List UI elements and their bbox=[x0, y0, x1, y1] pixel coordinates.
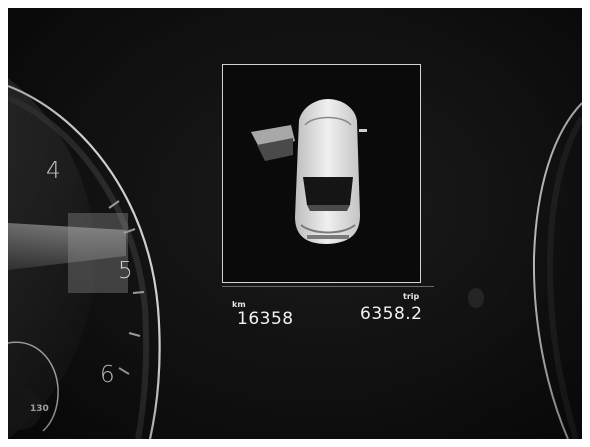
right-gauge-rim bbox=[532, 102, 582, 439]
odometer-unit: km bbox=[232, 300, 246, 309]
tachometer-mark-4: 4 bbox=[46, 158, 61, 184]
door-status-display bbox=[222, 64, 421, 283]
car-open-door-icon bbox=[251, 99, 367, 244]
tachometer-mark-6: 6 bbox=[100, 362, 115, 388]
odometer-value: 16358 bbox=[237, 309, 294, 329]
speed-mark-130: 130 bbox=[30, 404, 49, 414]
trip-unit: trip bbox=[403, 292, 420, 301]
trip-value: 6358.2 bbox=[360, 304, 423, 324]
dashboard-photo: 4 5 6 130 km 16358 trip 6358.2 bbox=[8, 8, 582, 439]
tachometer-mark-5: 5 bbox=[118, 258, 133, 284]
screen-divider bbox=[222, 286, 434, 287]
